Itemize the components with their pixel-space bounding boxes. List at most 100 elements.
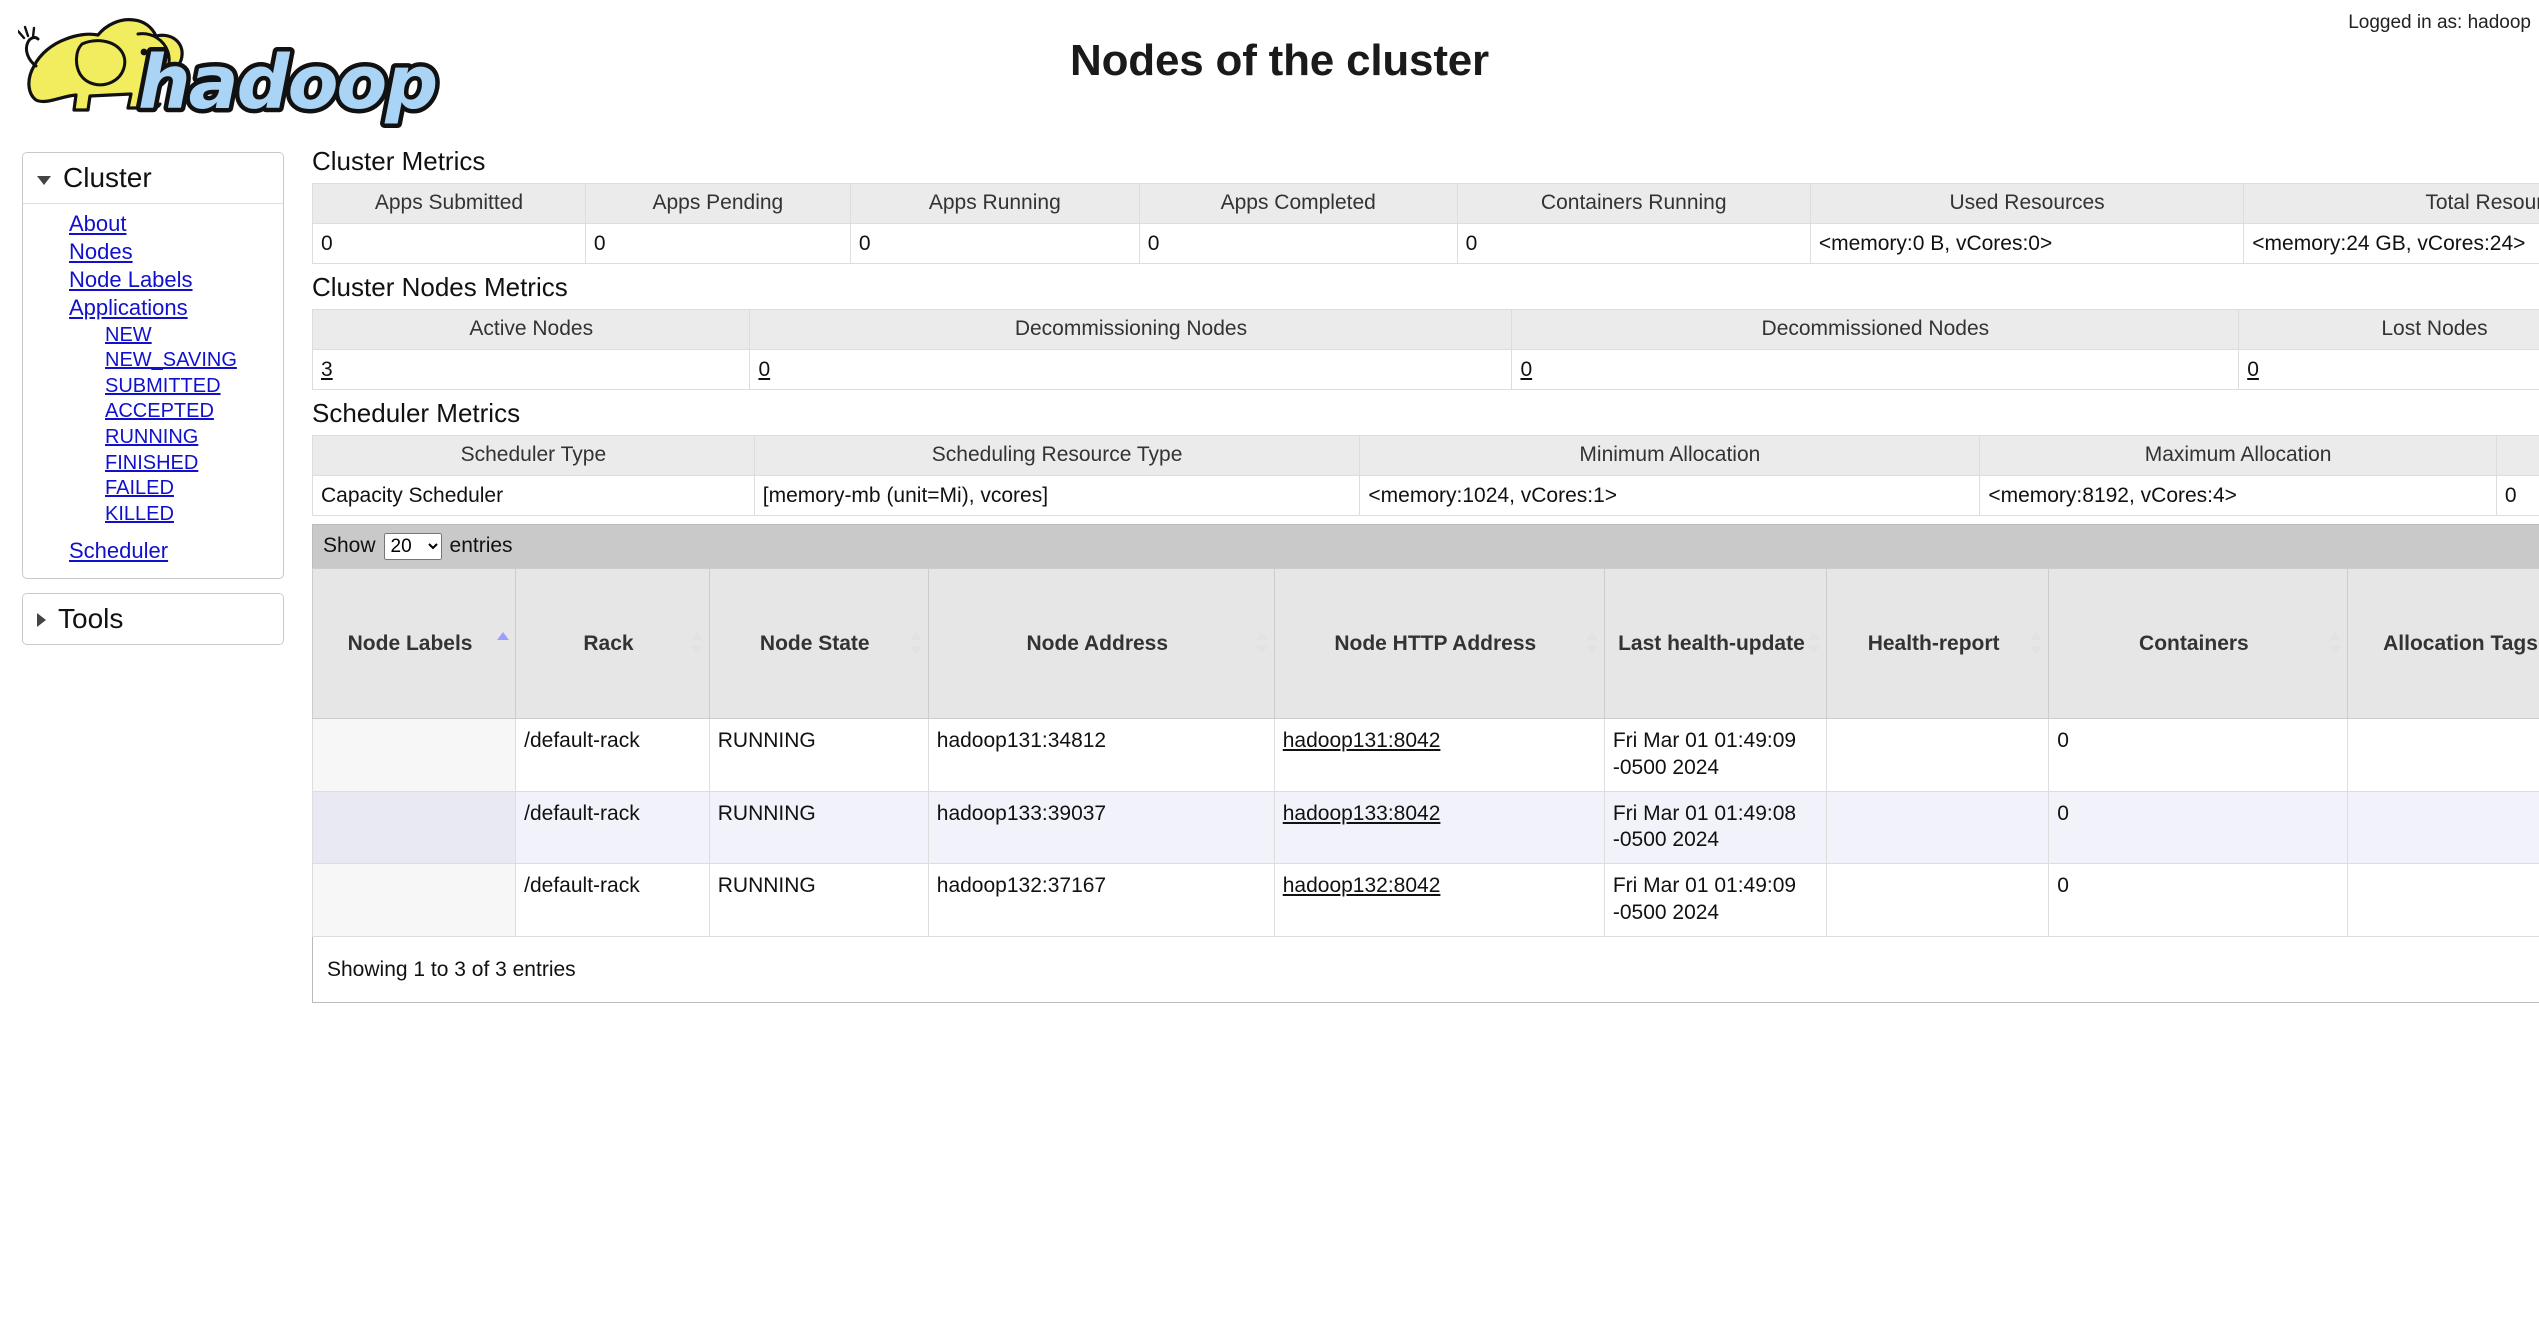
cell-containers: 0 (2048, 717, 2348, 792)
cluster-metrics-table: Apps Submitted Apps Pending Apps Running… (312, 183, 2539, 264)
sidebar-item-app-killed[interactable]: KILLED (23, 502, 283, 528)
page-header: hadoop hadoop Nodes of the cluster Logge… (0, 0, 2539, 148)
sort-icon (909, 632, 922, 655)
sidebar-item-about[interactable]: About (23, 210, 283, 238)
th-minimum-allocation: Minimum Allocation (1359, 434, 1981, 476)
sort-icon (2328, 632, 2341, 655)
th-lost-nodes: Lost Nodes (2238, 308, 2539, 350)
node-http-address-link[interactable]: hadoop132:8042 (1283, 874, 1441, 897)
cell-rack: /default-rack (515, 863, 710, 938)
th-rack-label: Rack (583, 631, 634, 655)
nodes-table-header-row: Node Labels Rack Node State Node Address (312, 567, 2539, 719)
cell-allocation-tags (2346, 790, 2539, 865)
link-lost-nodes[interactable]: 0 (2247, 358, 2259, 381)
sidebar-item-app-accepted[interactable]: ACCEPTED (23, 399, 283, 425)
td-total-resources: <memory:24 GB, vCores:24> (2243, 222, 2539, 264)
link-active-nodes[interactable]: 3 (321, 358, 333, 381)
sidebar-cluster-header[interactable]: Cluster (23, 153, 283, 204)
th-node-address[interactable]: Node Address (927, 567, 1275, 719)
cell-node-http-address: hadoop131:8042 (1273, 717, 1605, 792)
datatable-length-control: Show 20 40 60 80 100 entries (323, 532, 513, 560)
chevron-down-icon (37, 176, 51, 185)
link-decommissioning-nodes[interactable]: 0 (758, 358, 770, 381)
th-decommissioning-nodes: Decommissioning Nodes (749, 308, 1513, 350)
cluster-metrics-title: Cluster Metrics (312, 146, 486, 176)
th-containers-running: Containers Running (1456, 183, 1811, 224)
cell-node-state: RUNNING (708, 717, 929, 792)
cell-last-health-update: Fri Mar 01 01:49:08 -0500 2024 (1603, 790, 1828, 865)
node-http-address-link[interactable]: hadoop131:8042 (1283, 729, 1441, 752)
cell-node-labels (312, 717, 517, 792)
sort-icon (690, 632, 703, 655)
th-node-labels-label: Node Labels (347, 631, 473, 655)
cluster-metrics-header-row: Apps Submitted Apps Pending Apps Running… (312, 183, 2539, 224)
sidebar-item-app-new-saving[interactable]: NEW_SAVING (23, 348, 283, 374)
sidebar-item-app-finished[interactable]: FINISHED (23, 451, 283, 477)
th-apps-completed: Apps Completed (1138, 183, 1458, 224)
node-http-address-link[interactable]: hadoop133:8042 (1283, 802, 1441, 825)
th-health-report-label: Health-report (1867, 631, 2000, 655)
th-node-labels[interactable]: Node Labels (312, 567, 517, 719)
sort-icon (1255, 632, 1268, 655)
td-used-resources: <memory:0 B, vCores:0> (1809, 222, 2245, 264)
scheduler-metrics-table: Scheduler Type Scheduling Resource Type … (312, 434, 2539, 516)
cell-node-state: RUNNING (708, 790, 929, 865)
datatable-info: Showing 1 to 3 of 3 entries (327, 957, 576, 981)
sidebar-item-app-submitted[interactable]: SUBMITTED (23, 374, 283, 400)
sidebar-item-nodes[interactable]: Nodes (23, 238, 283, 266)
sidebar-tools-label: Tools (58, 602, 124, 634)
nodes-table-body: /default-rack RUNNING hadoop131:34812 hadoo… (312, 717, 2539, 938)
cluster-nodes-metrics-table: Active Nodes Decommissioning Nodes Decom… (312, 308, 2539, 390)
td-active-nodes: 3 (312, 348, 751, 390)
entries-length-select[interactable]: 20 40 60 80 100 (383, 532, 442, 560)
td-decommissioned-nodes: 0 (1511, 348, 2240, 390)
sidebar-item-node-labels[interactable]: Node Labels (23, 266, 283, 294)
td-apps-pending: 0 (584, 222, 851, 264)
cell-node-state: RUNNING (708, 863, 929, 938)
sidebar-item-app-failed[interactable]: FAILED (23, 476, 283, 502)
th-node-http-address[interactable]: Node HTTP Address (1273, 567, 1605, 719)
th-node-state[interactable]: Node State (708, 567, 929, 719)
th-total-resources: Total Resources (2243, 183, 2539, 224)
cell-node-labels (312, 863, 517, 938)
th-node-address-label: Node Address (1026, 631, 1169, 655)
table-row: /default-rack RUNNING hadoop132:37167 hadoo… (312, 863, 2539, 938)
cell-allocation-tags (2346, 863, 2539, 938)
sidebar-item-scheduler[interactable]: Scheduler (23, 537, 283, 565)
th-containers-label: Containers (2139, 631, 2249, 655)
main-content: Cluster Metrics Apps Submitted Apps Pend… (312, 146, 2539, 1327)
cell-health-report (1826, 717, 2050, 792)
th-apps-running: Apps Running (849, 183, 1140, 224)
td-containers-running: 0 (1456, 222, 1811, 264)
th-node-http-address-label: Node HTTP Address (1334, 631, 1537, 655)
td-scheduling-resource-type: [memory-mb (unit=Mi), vcores] (753, 474, 1361, 516)
logged-in-user: Logged in as: hadoop (2348, 12, 2531, 33)
cell-health-report (1826, 863, 2050, 938)
td-apps-completed: 0 (1138, 222, 1458, 264)
cluster-metrics-value-row: 0 0 0 0 0 <memory:0 B, vCores:0> <memory… (312, 222, 2539, 264)
sidebar-cluster-section: Cluster About Nodes Node Labels Applicat… (22, 152, 284, 579)
th-rack[interactable]: Rack (515, 567, 710, 719)
th-used-resources: Used Resources (1809, 183, 2245, 224)
cell-health-report (1826, 790, 2050, 865)
show-label: Show (323, 534, 376, 558)
th-containers[interactable]: Containers (2048, 567, 2348, 719)
th-scheduling-resource-type: Scheduling Resource Type (753, 434, 1361, 476)
scheduler-metrics-header-row: Scheduler Type Scheduling Resource Type … (312, 434, 2539, 476)
sidebar-tools-header[interactable]: Tools (23, 593, 283, 644)
sidebar-item-applications[interactable]: Applications (23, 294, 283, 322)
th-health-report[interactable]: Health-report (1826, 567, 2050, 719)
th-last-health-update[interactable]: Last health-update (1603, 567, 1828, 719)
page-title: Nodes of the cluster (1070, 36, 1489, 85)
cell-last-health-update: Fri Mar 01 01:49:09 -0500 2024 (1603, 863, 1828, 938)
th-decommissioned-nodes: Decommissioned Nodes (1511, 308, 2240, 350)
cell-containers: 0 (2048, 790, 2348, 865)
sidebar-tools-section: Tools (22, 592, 284, 645)
sidebar-item-app-new[interactable]: NEW (23, 323, 283, 349)
scheduler-metrics-title: Scheduler Metrics (312, 397, 521, 428)
th-last-health-update-label: Last health-update (1618, 631, 1805, 655)
nodes-datatable-panel: Show 20 40 60 80 100 entries Search: (312, 523, 2539, 1004)
sidebar-item-app-running[interactable]: RUNNING (23, 425, 283, 451)
link-decommissioned-nodes[interactable]: 0 (1520, 358, 1532, 381)
th-allocation-tags[interactable]: Allocation Tags (2346, 567, 2539, 719)
